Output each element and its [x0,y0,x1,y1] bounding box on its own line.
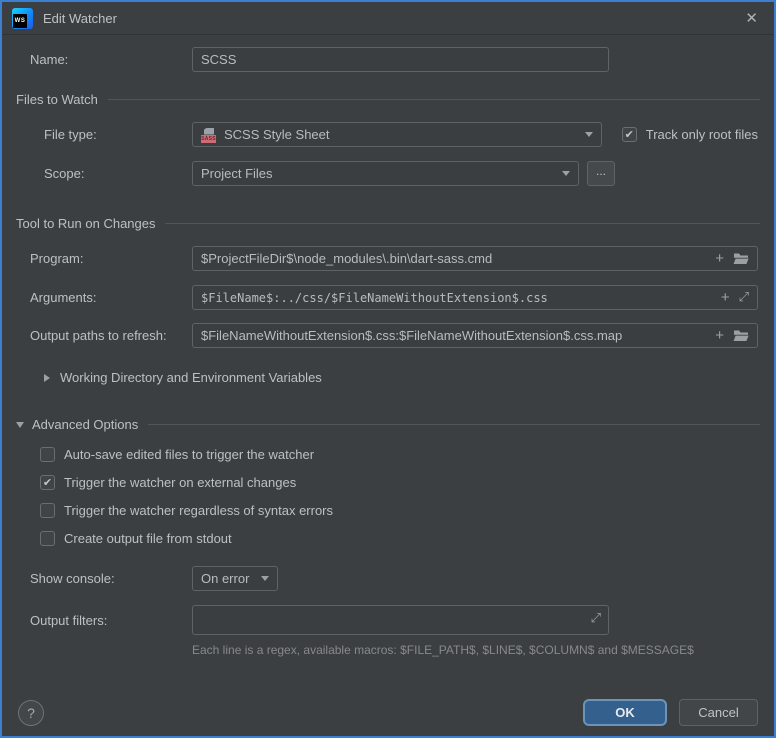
chevron-down-icon [585,132,593,137]
output-filters-label: Output filters: [30,613,192,628]
output-filters-hint: Each line is a regex, available macros: … [192,643,758,657]
advanced-options-label: Advanced Options [32,417,138,432]
footer-bar: ? OK Cancel [2,699,774,736]
chevron-right-icon [44,374,50,382]
browse-folder-icon[interactable] [733,252,749,265]
question-icon: ? [27,705,35,721]
output-paths-label: Output paths to refresh: [30,328,192,343]
dialog-body: Name: SCSS Files to Watch File type: SAS… [2,35,774,736]
external-changes-checkbox-row: ✔ Trigger the watcher on external change… [40,475,758,490]
close-icon[interactable]: ✕ [741,9,762,28]
files-to-watch-section-header: Files to Watch [16,92,760,107]
name-input[interactable]: SCSS [192,47,609,72]
working-directory-toggle[interactable]: Working Directory and Environment Variab… [44,370,758,385]
program-value: $ProjectFileDir$\node_modules\.bin\dart-… [201,251,492,266]
autosave-checkbox[interactable] [40,447,55,462]
title-bar: WS Edit Watcher ✕ [2,2,774,35]
working-directory-label: Working Directory and Environment Variab… [60,370,322,385]
show-console-combobox[interactable]: On error [192,566,278,591]
output-filters-row: Output filters: ⤢ [30,605,758,635]
scope-label: Scope: [30,166,192,181]
track-root-files-label: Track only root files [646,127,758,142]
autosave-label: Auto-save edited files to trigger the wa… [64,447,314,462]
syntax-errors-checkbox-row: Trigger the watcher regardless of syntax… [40,503,758,518]
file-type-combobox[interactable]: SASS SCSS Style Sheet [192,122,602,147]
program-label: Program: [30,251,192,266]
section-separator [108,99,760,100]
arguments-input[interactable]: $FileName$:../css/$FileNameWithoutExtens… [192,285,758,310]
program-input[interactable]: $ProjectFileDir$\node_modules\.bin\dart-… [192,246,758,271]
scss-file-page-shape [204,128,214,135]
dialog-title: Edit Watcher [43,11,117,26]
output-paths-row: Output paths to refresh: $FileNameWithou… [30,323,758,348]
arguments-row: Arguments: $FileName$:../css/$FileNameWi… [30,285,758,310]
show-console-row: Show console: On error [30,566,758,591]
checkmark-icon: ✔ [625,129,634,140]
syntax-errors-checkbox[interactable] [40,503,55,518]
scope-row: Scope: Project Files ... [30,161,758,186]
track-root-files-row: ✔ Track only root files [622,127,758,142]
edit-watcher-dialog: WS Edit Watcher ✕ Name: SCSS Files to Wa… [0,0,776,738]
program-field-icons: + [715,251,749,266]
tool-to-run-label: Tool to Run on Changes [16,216,155,231]
output-filters-input[interactable] [193,606,608,634]
stdout-label: Create output file from stdout [64,531,232,546]
external-changes-label: Trigger the watcher on external changes [64,475,296,490]
browse-folder-icon[interactable] [733,329,749,342]
insert-macro-icon[interactable]: + [721,290,730,305]
syntax-errors-label: Trigger the watcher regardless of syntax… [64,503,333,518]
stdout-checkbox-row: Create output file from stdout [40,531,758,546]
advanced-options-toggle[interactable]: Advanced Options [16,417,760,432]
stdout-checkbox[interactable] [40,531,55,546]
checkmark-icon: ✔ [43,477,52,488]
output-paths-field-icons: + [715,328,749,343]
output-paths-value: $FileNameWithoutExtension$.css:$FileName… [201,328,622,343]
scope-value: Project Files [201,166,273,181]
insert-macro-icon[interactable]: + [715,251,724,266]
name-value: SCSS [201,52,236,67]
help-button[interactable]: ? [18,700,44,726]
ok-button[interactable]: OK [583,699,667,726]
chevron-down-icon [16,422,24,428]
chevron-down-icon [562,171,570,176]
output-paths-input[interactable]: $FileNameWithoutExtension$.css:$FileName… [192,323,758,348]
section-separator [148,424,760,425]
chevron-down-icon [261,576,269,581]
external-changes-checkbox[interactable]: ✔ [40,475,55,490]
files-to-watch-label: Files to Watch [16,92,98,107]
tool-to-run-section-header: Tool to Run on Changes [16,216,760,231]
scope-browse-button[interactable]: ... [587,161,615,186]
track-root-files-checkbox[interactable]: ✔ [622,127,637,142]
autosave-checkbox-row: Auto-save edited files to trigger the wa… [40,447,758,462]
program-row: Program: $ProjectFileDir$\node_modules\.… [30,246,758,271]
show-console-label: Show console: [30,571,192,586]
arguments-label: Arguments: [30,290,192,305]
expand-field-icon[interactable]: ⤢ [739,291,749,304]
scss-file-icon: SASS [201,127,217,143]
arguments-value: $FileName$:../css/$FileNameWithoutExtens… [201,291,548,305]
webstorm-logo-text: WS [13,14,27,28]
show-console-value: On error [201,571,249,586]
scss-badge: SASS [201,135,216,143]
cancel-button[interactable]: Cancel [679,699,758,726]
file-type-row: File type: SASS SCSS Style Sheet ✔ Track… [30,122,758,147]
name-row: Name: SCSS [30,47,758,72]
file-type-label: File type: [30,127,192,142]
output-filters-field: ⤢ [192,605,609,635]
arguments-field-icons: + ⤢ [721,290,749,305]
name-label: Name: [30,52,192,67]
scope-combobox[interactable]: Project Files [192,161,579,186]
file-type-value: SCSS Style Sheet [224,127,330,142]
section-separator [165,223,760,224]
webstorm-logo-icon: WS [12,8,33,29]
expand-field-icon[interactable]: ⤢ [591,612,601,625]
insert-macro-icon[interactable]: + [715,328,724,343]
